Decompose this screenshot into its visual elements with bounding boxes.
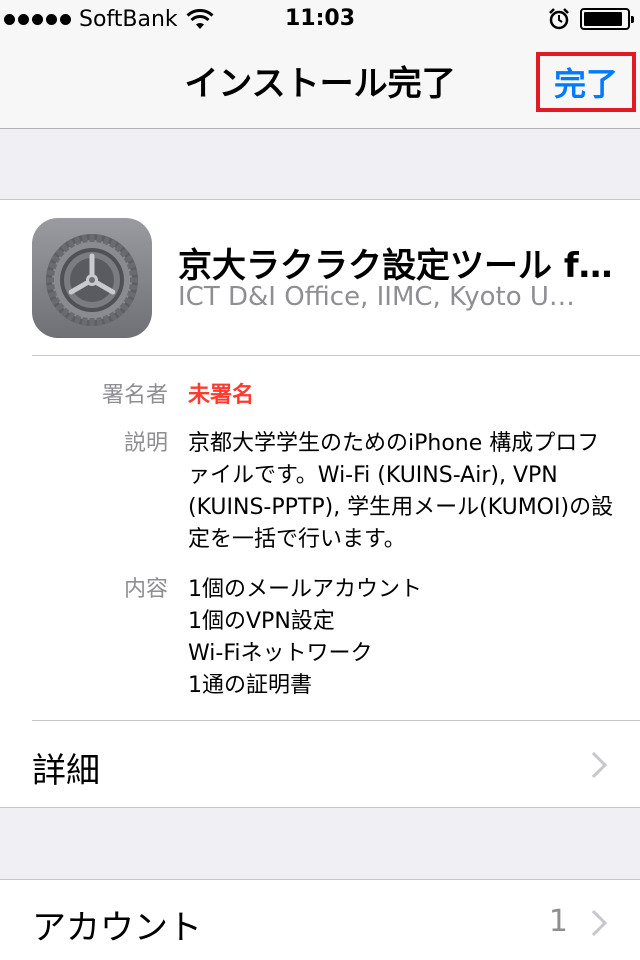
profile-name: 京大ラクラク設定ツール f… [178, 246, 613, 286]
more-details-label: 詳細 [32, 751, 100, 791]
contents-label: 内容 [123, 577, 168, 602]
description-value: 京都大学学生のためのiPhone 構成プロファイルです。Wi-Fi (KUINS… [188, 431, 614, 552]
settings-gear-icon [32, 218, 152, 338]
status-time: 11:03 [284, 6, 356, 31]
gear-tooth [89, 318, 95, 326]
gear-tooth [130, 277, 138, 283]
battery-level [584, 12, 622, 26]
done-button[interactable]: 完了 [536, 52, 636, 112]
chevron-right-icon [591, 909, 608, 937]
profile-header: 京大ラクラク設定ツール f… ICT D&I Office, IIMC, Kyo… [0, 200, 640, 356]
content-item: 1通の証明書 [188, 673, 312, 698]
chevron-right-icon [591, 751, 608, 779]
gear-tooth [89, 234, 95, 242]
status-right [548, 8, 634, 30]
contents-list: 1個のメールアカウント 1個のVPN設定 Wi-Fiネットワーク 1通の証明書 [188, 574, 618, 702]
profile-organization: ICT D&I Office, IIMC, Kyoto U… [178, 282, 575, 312]
content-item: 1個のメールアカウント [188, 577, 422, 602]
divider [32, 355, 640, 356]
content-item: 1個のVPN設定 [188, 609, 335, 634]
profile-card: 京大ラクラク設定ツール f… ICT D&I Office, IIMC, Kyo… [0, 199, 640, 808]
description-label: 説明 [123, 431, 168, 456]
gear-tooth [46, 277, 54, 283]
more-details-cell[interactable]: 詳細 [0, 721, 640, 809]
status-bar: SoftBank 11:03 [0, 0, 640, 40]
battery-icon [580, 8, 634, 30]
navigation-bar: インストール完了 完了 [0, 40, 640, 129]
account-cell[interactable]: アカウント 1 [0, 879, 640, 960]
alarm-icon [549, 8, 569, 30]
signer-value: 未署名 [188, 383, 255, 408]
signer-label: 署名者 [101, 383, 168, 408]
account-count: 1 [548, 904, 568, 939]
content-item: Wi-Fiネットワーク [188, 641, 373, 666]
account-label: アカウント [32, 908, 202, 948]
